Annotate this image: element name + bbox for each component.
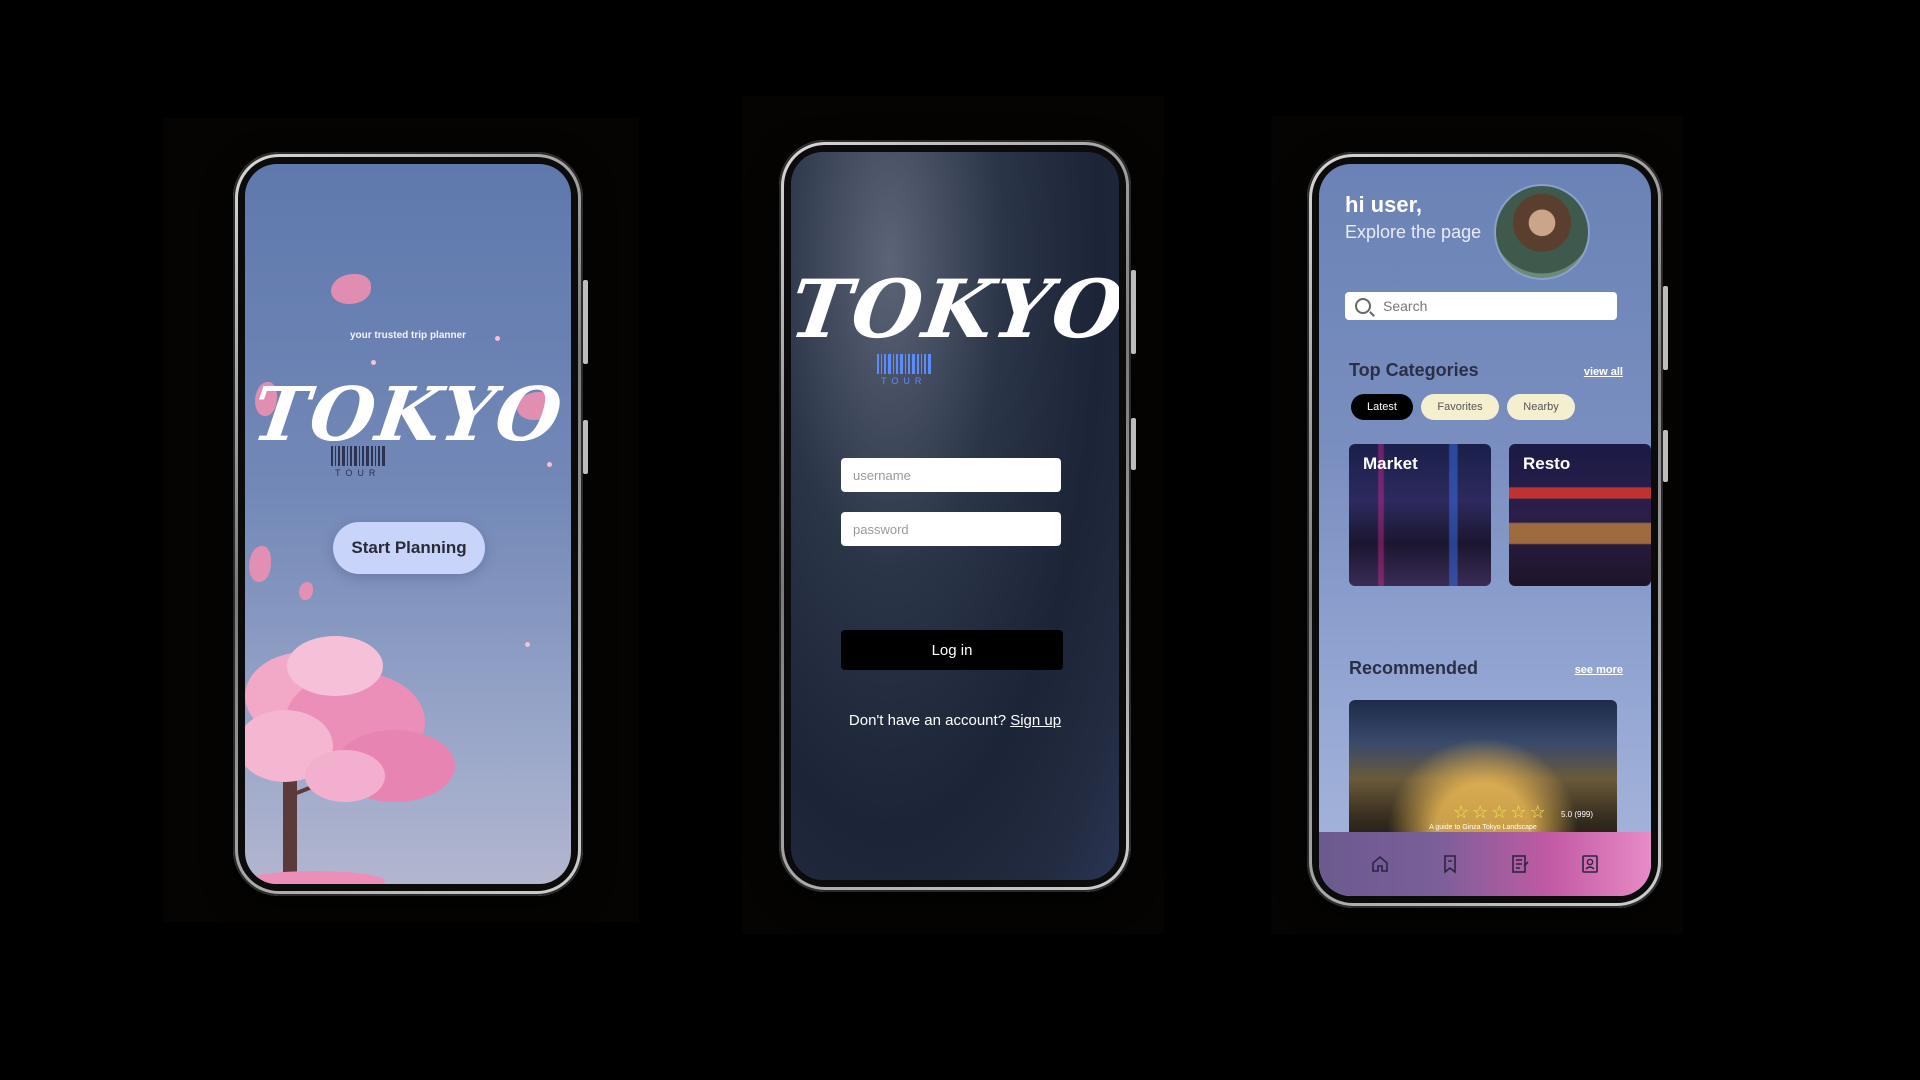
cherry-petal bbox=[331, 274, 371, 304]
password-field[interactable] bbox=[841, 512, 1061, 546]
login-screen: TOKYO TOUR Log in Don't have an account?… bbox=[791, 152, 1119, 880]
signup-link[interactable]: Sign up bbox=[1010, 712, 1061, 729]
profile-icon[interactable] bbox=[1579, 853, 1601, 875]
login-button[interactable]: Log in bbox=[841, 630, 1063, 670]
home-icon[interactable] bbox=[1369, 853, 1391, 875]
signup-prompt: Don't have an account? Sign up bbox=[791, 712, 1119, 729]
welcome-screen: your trusted trip planner TOKYO TOUR Sta… bbox=[245, 164, 571, 884]
greeting: hi user, bbox=[1345, 192, 1423, 217]
phone-home: hi user, Explore the page Search Top Cat… bbox=[1307, 152, 1668, 908]
side-button bbox=[583, 280, 588, 364]
star-icon: ☆ bbox=[1491, 802, 1508, 822]
cherry-petal bbox=[299, 582, 313, 600]
side-button bbox=[1131, 270, 1136, 354]
home-screen: hi user, Explore the page Search Top Cat… bbox=[1319, 164, 1651, 896]
username-field[interactable] bbox=[841, 458, 1061, 492]
logo-subtext: TOUR bbox=[881, 376, 927, 386]
barcode-graphic bbox=[877, 354, 931, 374]
tokyo-logo: TOKYO bbox=[791, 262, 1119, 356]
showcase-stage: your trusted trip planner TOKYO TOUR Sta… bbox=[0, 0, 1920, 1080]
see-more-link[interactable]: see more bbox=[1575, 664, 1623, 676]
start-planning-button[interactable]: Start Planning bbox=[333, 522, 485, 574]
side-button bbox=[1663, 286, 1668, 370]
side-button bbox=[1663, 430, 1668, 482]
top-categories-title: Top Categories bbox=[1349, 360, 1479, 380]
star-icon: ☆ bbox=[1472, 802, 1489, 822]
search-input[interactable]: Search bbox=[1383, 298, 1427, 314]
tokyo-logo: TOKYO bbox=[247, 372, 569, 458]
card-label: Resto bbox=[1523, 454, 1571, 473]
recommended-card[interactable]: ☆ ☆ ☆ ☆ ☆ 5.0 (999) A guide to Ginza Tok… bbox=[1349, 700, 1617, 844]
side-button bbox=[583, 420, 588, 474]
avatar[interactable] bbox=[1494, 184, 1590, 280]
bottom-tabbar bbox=[1319, 832, 1651, 896]
view-all-link[interactable]: view all bbox=[1584, 366, 1623, 378]
petal-dot bbox=[371, 360, 376, 365]
rating-stars: ☆ ☆ ☆ ☆ ☆ bbox=[1453, 802, 1546, 823]
phone-login: TOKYO TOUR Log in Don't have an account?… bbox=[779, 140, 1136, 892]
search-icon bbox=[1355, 298, 1371, 314]
star-icon: ☆ bbox=[1510, 802, 1527, 822]
subgreeting: Explore the page bbox=[1345, 222, 1482, 242]
star-icon: ☆ bbox=[1529, 802, 1546, 822]
tagline: your trusted trip planner bbox=[349, 330, 467, 341]
no-account-text: Don't have an account? bbox=[848, 712, 1007, 729]
bookmark-icon[interactable] bbox=[1439, 853, 1461, 875]
star-icon: ☆ bbox=[1453, 802, 1470, 822]
category-card-market[interactable]: Market bbox=[1349, 444, 1491, 586]
barcode-graphic bbox=[331, 446, 385, 466]
search-bar[interactable]: Search bbox=[1345, 292, 1617, 320]
chip-favorites[interactable]: Favorites bbox=[1421, 394, 1499, 420]
notes-icon[interactable] bbox=[1509, 853, 1531, 875]
category-card-resto[interactable]: Resto bbox=[1509, 444, 1651, 586]
card-label: Market bbox=[1363, 454, 1418, 473]
chip-nearby[interactable]: Nearby bbox=[1507, 394, 1575, 420]
recommended-title: Recommended bbox=[1349, 658, 1479, 678]
recommended-caption: A guide to Ginza Tokyo Landscape bbox=[1429, 824, 1537, 831]
chip-latest[interactable]: Latest bbox=[1351, 394, 1413, 420]
cherry-petal bbox=[249, 546, 271, 582]
cherry-blossom-tree bbox=[245, 636, 455, 884]
phone-welcome: your trusted trip planner TOKYO TOUR Sta… bbox=[233, 152, 588, 896]
side-button bbox=[1131, 418, 1136, 470]
logo-subtext: TOUR bbox=[335, 468, 381, 478]
petal-dot bbox=[547, 462, 552, 467]
rating-text: 5.0 (999) bbox=[1561, 810, 1594, 819]
petal-dot bbox=[525, 642, 530, 647]
